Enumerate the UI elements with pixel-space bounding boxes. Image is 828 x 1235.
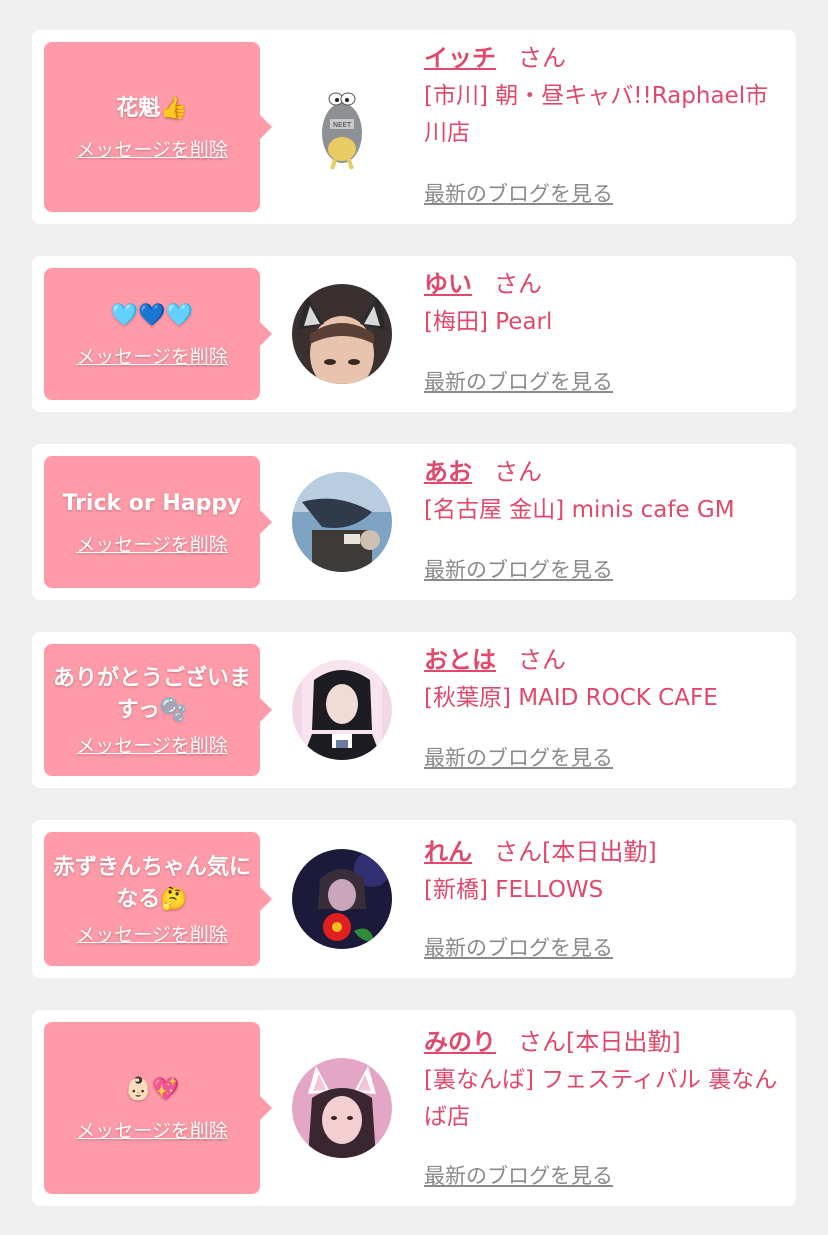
avatar[interactable] [292,284,392,384]
message-bubble: Trick or Happy メッセージを削除 [44,456,272,588]
cast-info: れん さん[本日出勤] [新橋] FELLOWS [424,836,784,909]
message-bubble: 花魁👍 メッセージを削除 [44,42,272,212]
cast-name-link[interactable]: あお [424,458,472,486]
message-text: 花魁👍 [116,95,188,121]
message-card: ありがとうございますっ🫧 メッセージを削除 おとは さん [秋葉原] MAID R… [32,632,796,788]
cast-info: イッチ さん [市川] 朝・昼キャバ!!Raphael市川店 [424,42,784,152]
avatar[interactable] [292,660,392,760]
delete-message-link[interactable]: メッセージを削除 [76,135,228,162]
message-text: 👶🏻💖 [124,1076,180,1102]
delete-message-link[interactable]: メッセージを削除 [76,1116,228,1143]
cast-info: おとは さん [秋葉原] MAID ROCK CAFE [424,644,784,717]
shop-name: [裏なんば] フェスティバル 裏なんば店 [424,1067,778,1130]
shop-name: [新橋] FELLOWS [424,877,604,903]
svg-text:NEET: NEET [333,121,352,129]
girl-red-flower-icon [292,849,392,949]
avatar[interactable]: NEET [292,77,392,177]
honorific: さん [518,1028,566,1056]
cast-name-link[interactable]: おとは [424,646,496,674]
avatar[interactable] [292,1058,392,1158]
message-bubble: 赤ずきんちゃん気になる🤔 メッセージを削除 [44,832,272,966]
shop-name: [名古屋 金山] minis cafe GM [424,497,735,523]
status-badge: [本日出勤] [542,838,657,866]
message-card: 花魁👍 メッセージを削除 NEET イッチ さん [市川] 朝・昼キャバ!!Rap… [32,30,796,224]
shop-name: [秋葉原] MAID ROCK CAFE [424,685,718,711]
message-list: 花魁👍 メッセージを削除 NEET イッチ さん [市川] 朝・昼キャバ!!Rap… [0,0,828,1235]
avatar[interactable] [292,472,392,572]
honorific: さん [518,44,566,72]
message-text: 🩵💙🩵 [110,302,194,328]
message-card: 🩵💙🩵 メッセージを削除 ゆい さん [梅田] Pearl 最新のブログを見る [32,256,796,412]
message-card: Trick or Happy メッセージを削除 あお さん [名古屋 金山] mi… [32,444,796,600]
status-badge: [本日出勤] [566,1028,681,1056]
message-bubble: ありがとうございますっ🫧 メッセージを削除 [44,644,272,776]
latest-blog-link[interactable]: 最新のブログを見る [424,366,613,396]
cast-info: あお さん [名古屋 金山] minis cafe GM [424,456,784,529]
message-text: 赤ずきんちゃん気になる🤔 [52,854,251,912]
latest-blog-link[interactable]: 最新のブログを見る [424,742,613,772]
girl-cat-ears-pink-icon [292,1058,392,1158]
cast-name-link[interactable]: れん [424,838,472,866]
latest-blog-link[interactable]: 最新のブログを見る [424,932,613,962]
delete-message-link[interactable]: メッセージを削除 [76,731,228,758]
delete-message-link[interactable]: メッセージを削除 [76,530,228,557]
girl-maid-outfit-icon [292,660,392,760]
honorific: さん [494,458,542,486]
latest-blog-link[interactable]: 最新のブログを見る [424,554,613,584]
cast-info: ゆい さん [梅田] Pearl [424,268,784,341]
message-text: ありがとうございますっ🫧 [52,665,251,723]
cast-info: みのり さん[本日出勤] [裏なんば] フェスティバル 裏なんば店 [424,1026,784,1136]
cast-name-link[interactable]: みのり [424,1028,496,1056]
message-card: 赤ずきんちゃん気になる🤔 メッセージを削除 れん さん[本日出勤] [新橋] FE… [32,820,796,978]
delete-message-link[interactable]: メッセージを削除 [76,920,228,947]
shop-name: [市川] 朝・昼キャバ!!Raphael市川店 [424,83,769,146]
message-text: Trick or Happy [62,490,242,516]
latest-blog-link[interactable]: 最新のブログを見る [424,1160,613,1190]
shop-name: [梅田] Pearl [424,309,553,335]
delete-message-link[interactable]: メッセージを削除 [76,342,228,369]
message-bubble: 👶🏻💖 メッセージを削除 [44,1022,272,1194]
honorific: さん [494,838,542,866]
message-card: 👶🏻💖 メッセージを削除 みのり さん[本日出勤] [裏なんば] フェスティバル … [32,1010,796,1206]
honorific: さん [494,270,542,298]
cast-name-link[interactable]: イッチ [424,44,496,72]
message-bubble: 🩵💙🩵 メッセージを削除 [44,268,272,400]
girl-cat-ears-icon [292,284,392,384]
latest-blog-link[interactable]: 最新のブログを見る [424,178,613,208]
avatar[interactable] [292,849,392,949]
neet-fish-character-icon: NEET [292,77,392,177]
honorific: さん [518,646,566,674]
photo-aquarium-icon [292,472,392,572]
cast-name-link[interactable]: ゆい [424,270,472,298]
